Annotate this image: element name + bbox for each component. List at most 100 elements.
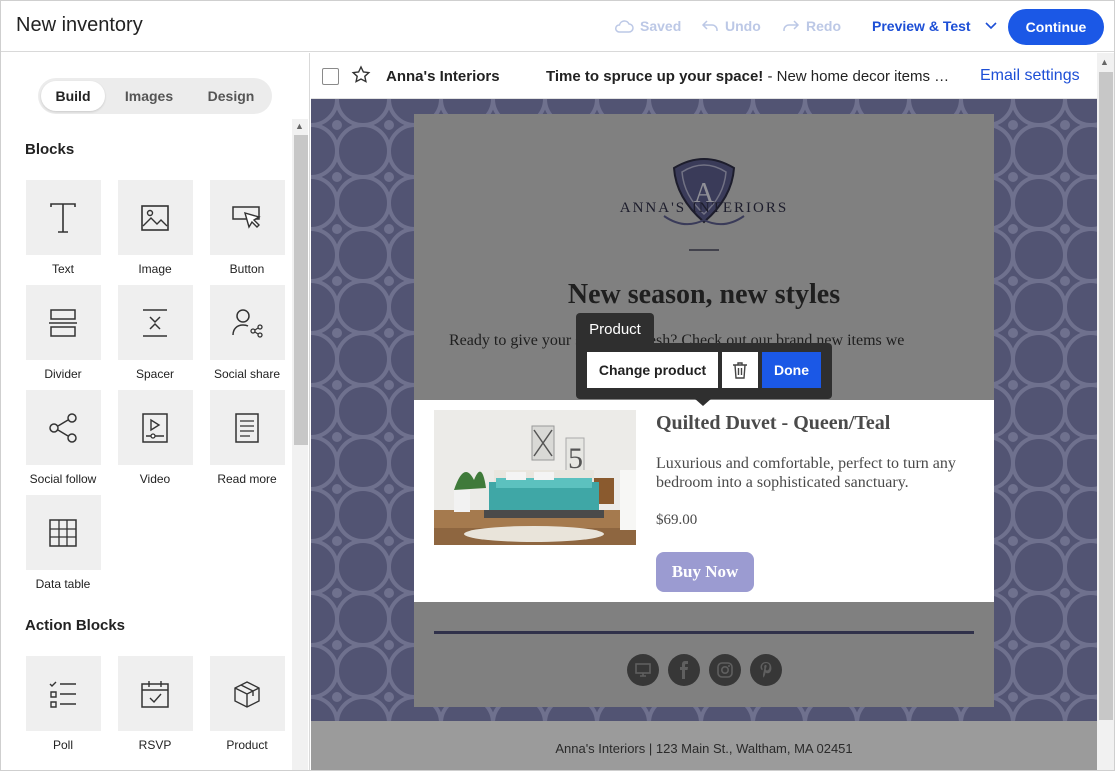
page-title: New inventory <box>16 14 143 36</box>
select-checkbox[interactable] <box>322 68 339 85</box>
top-bar: New inventory Saved Undo Redo Preview & … <box>1 1 1114 52</box>
text-icon <box>50 202 76 233</box>
left-panel: Build Images Design Blocks Text Image Bu… <box>1 53 310 770</box>
undo-icon <box>701 20 718 31</box>
product-icon <box>234 680 260 708</box>
star-icon[interactable] <box>351 65 371 85</box>
block-tile <box>25 285 101 360</box>
block-rsvp[interactable]: RSVP <box>107 656 203 756</box>
block-image[interactable]: Image <box>107 180 203 280</box>
block-product[interactable]: Product <box>199 656 295 756</box>
undo-button[interactable]: Undo <box>701 18 761 34</box>
block-label: Poll <box>52 738 73 752</box>
panel-tabs: Build Images Design <box>38 78 272 114</box>
block-tile <box>117 656 193 731</box>
poll-icon <box>49 681 76 708</box>
block-divider[interactable]: Divider <box>15 285 111 385</box>
continue-button[interactable]: Continue <box>1008 9 1104 45</box>
block-social-share[interactable]: Social share <box>199 285 295 385</box>
block-tile <box>25 656 101 731</box>
product-price: $69.00 <box>656 512 698 528</box>
block-label: Button <box>229 262 265 276</box>
read-more-icon <box>235 412 259 443</box>
panel-scrollbar-thumb[interactable] <box>294 135 308 445</box>
block-tile <box>209 285 285 360</box>
redo-icon <box>783 20 800 31</box>
tab-design[interactable]: Design <box>194 81 268 111</box>
block-label: Data table <box>35 577 91 591</box>
preview-label: Preview & Test <box>872 18 971 34</box>
subject-line: Time to spruce up your space! <box>546 68 764 85</box>
blocks-heading: Blocks <box>25 141 75 158</box>
email-preview-header: Anna's Interiors Time to spruce up your … <box>311 53 1097 99</box>
tab-images[interactable]: Images <box>112 81 186 111</box>
scroll-up-arrow-icon[interactable]: ▲ <box>1100 57 1109 67</box>
buy-now-button[interactable]: Buy Now <box>656 552 754 592</box>
trash-icon <box>733 362 747 379</box>
social-follow-icon <box>49 412 77 443</box>
block-data-table[interactable]: Data table <box>15 495 111 595</box>
block-social-follow[interactable]: Social follow <box>15 390 111 490</box>
video-icon <box>142 412 168 443</box>
product-description: Luxurious and comfortable, perfect to tu… <box>656 455 956 491</box>
change-product-button[interactable]: Change product <box>587 352 718 388</box>
scroll-up-arrow-icon[interactable]: ▲ <box>295 121 304 131</box>
block-tile <box>117 285 193 360</box>
block-poll[interactable]: Poll <box>15 656 111 756</box>
block-tile <box>25 495 101 570</box>
redo-button[interactable]: Redo <box>782 18 841 34</box>
social-share-icon <box>232 308 263 338</box>
block-tile <box>117 390 193 465</box>
email-footer: Anna's Interiors | 123 Main St., Waltham… <box>311 721 1097 770</box>
preheader-text: - New home decor items … <box>763 68 950 85</box>
email-body: A ANNA'S INTERIORS New season, new style… <box>414 114 994 707</box>
redo-label: Redo <box>806 18 841 34</box>
tab-build[interactable]: Build <box>41 81 105 111</box>
rsvp-icon <box>141 680 169 708</box>
undo-label: Undo <box>725 18 761 34</box>
image-icon <box>141 204 169 231</box>
preview-test-dropdown[interactable]: Preview & Test <box>872 18 997 34</box>
block-tile <box>117 180 193 255</box>
block-button[interactable]: Button <box>199 180 295 280</box>
saved-label: Saved <box>640 18 682 34</box>
email-settings-link[interactable]: Email settings <box>980 67 1080 85</box>
block-label: Product <box>226 738 268 752</box>
block-label: Spacer <box>135 367 175 381</box>
block-spacer[interactable]: Spacer <box>107 285 203 385</box>
cloud-icon <box>615 20 634 33</box>
block-label: Image <box>138 262 172 276</box>
product-image: 5 <box>434 410 636 545</box>
action-blocks-heading: Action Blocks <box>25 617 126 634</box>
button-icon <box>232 205 261 229</box>
product-block[interactable]: 5 Quilted Duvet - Queen/Teal Luxurious a… <box>414 400 994 602</box>
block-read-more[interactable]: Read more <box>199 390 295 490</box>
product-toolbar: Change product Done <box>576 343 832 399</box>
block-tile <box>25 180 101 255</box>
overlay-dim <box>414 602 994 707</box>
block-label: Text <box>51 262 74 276</box>
toolbar-pointer <box>694 398 712 406</box>
spacer-icon <box>143 308 167 337</box>
block-text[interactable]: Text <box>15 180 111 280</box>
block-label: Divider <box>44 367 82 381</box>
block-label: Social share <box>213 367 281 381</box>
saved-status: Saved <box>614 18 681 34</box>
canvas-scrollbar-thumb[interactable] <box>1099 72 1113 720</box>
block-video[interactable]: Video <box>107 390 203 490</box>
block-tile <box>209 180 285 255</box>
sender-name: Anna's Interiors <box>386 68 500 85</box>
block-tile <box>209 656 285 731</box>
block-tile <box>209 390 285 465</box>
block-label: RSVP <box>138 738 172 752</box>
delete-block-button[interactable] <box>722 352 758 388</box>
block-label: Read more <box>217 472 277 486</box>
email-canvas: A ANNA'S INTERIORS New season, new style… <box>311 99 1097 721</box>
data-table-icon <box>49 518 77 547</box>
email-subject: Time to spruce up your space! - New home… <box>546 68 976 85</box>
footer-address: Anna's Interiors | 123 Main St., Waltham… <box>555 741 853 756</box>
done-button[interactable]: Done <box>762 352 821 388</box>
block-type-label: Product <box>576 313 654 345</box>
product-title: Quilted Duvet - Queen/Teal <box>656 412 891 434</box>
block-label: Video <box>139 472 171 486</box>
